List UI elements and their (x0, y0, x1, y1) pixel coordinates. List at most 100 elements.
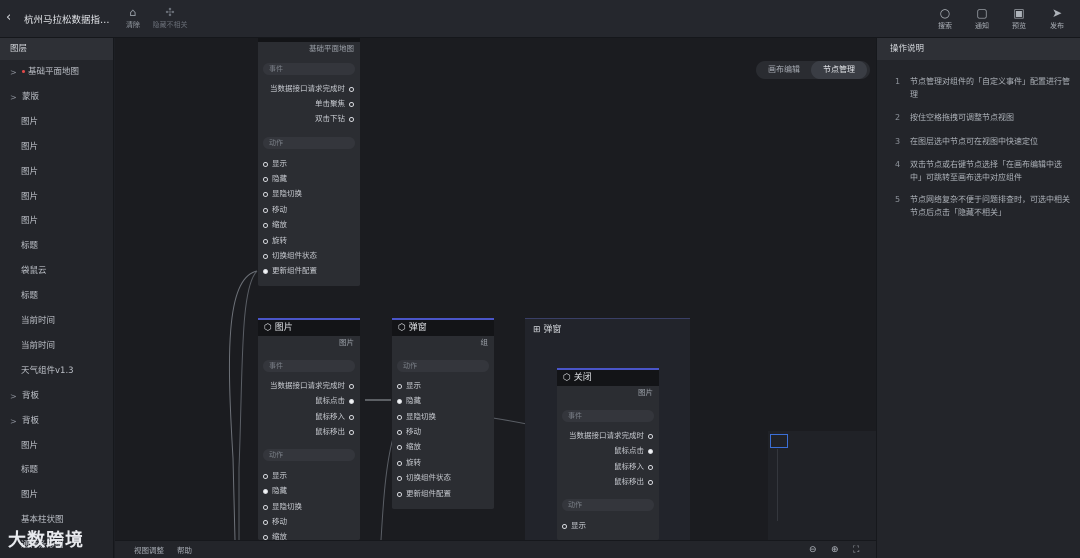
preview-button[interactable]: ▣ 预览 (1004, 6, 1034, 31)
port-icon[interactable] (397, 429, 402, 435)
layer-item[interactable]: 图片 (0, 160, 114, 185)
port-icon[interactable] (648, 464, 653, 470)
event-port[interactable]: 鼠标移入 (315, 409, 354, 424)
event-port[interactable]: 鼠标移入 (614, 459, 653, 474)
layer-item[interactable]: 图片 (0, 209, 114, 234)
port-icon[interactable] (263, 191, 268, 197)
layer-item[interactable]: > 基础平面地图 (0, 60, 114, 85)
tab-canvas-edit[interactable]: 画布编辑 (758, 61, 810, 79)
notify-button[interactable]: ▢ 通知 (967, 6, 997, 31)
node-close[interactable]: ⬡ 关闭 图片 事件 当数据接口请求完成时 鼠标点击 鼠标移入 鼠标移出 动作 … (557, 368, 659, 540)
expand-arrow-icon[interactable]: > (10, 60, 17, 85)
expand-arrow-icon[interactable]: > (10, 409, 17, 434)
node-base-map[interactable]: 基础平面地图 事件 当数据接口请求完成时 单击聚焦 双击下钻 动作 显示 隐藏 … (258, 38, 360, 286)
node-canvas[interactable]: 画布编辑 节点管理 基础平面地图 事件 当数据接口请求完成时 单击聚焦 双击下钻… (115, 38, 876, 540)
action-port[interactable]: 旋转 (263, 233, 287, 248)
port-icon[interactable] (349, 116, 354, 122)
layer-item[interactable]: 天气组件v1.3 (0, 359, 114, 384)
action-port[interactable]: 移动 (263, 514, 287, 529)
action-port[interactable]: 显示 (263, 468, 287, 483)
layer-item[interactable]: 图片 (0, 483, 114, 508)
port-icon[interactable] (349, 101, 354, 107)
action-port[interactable]: 隐藏 (263, 171, 287, 186)
event-port[interactable]: 鼠标点击 (614, 443, 653, 458)
port-icon[interactable] (648, 433, 653, 439)
node-image[interactable]: ⬡ 图片 图片 事件 当数据接口请求完成时 鼠标点击 鼠标移入 鼠标移出 动作 … (258, 318, 360, 540)
action-port[interactable]: 隐藏 (397, 393, 421, 408)
minimap-viewport[interactable] (770, 434, 788, 448)
port-icon[interactable] (263, 253, 268, 259)
node-popup[interactable]: ⬡ 弹窗 组 动作 显示 隐藏 显隐切换 移动 缩放 旋转 切换组件状态 更新组… (392, 318, 494, 509)
tab-node-manage[interactable]: 节点管理 (811, 61, 867, 79)
fit-view-icon[interactable]: ⛶ (853, 545, 859, 555)
port-icon[interactable] (648, 479, 653, 485)
view-adjust-button[interactable]: 视图调整 (134, 545, 164, 556)
port-icon[interactable] (263, 534, 268, 540)
event-port[interactable]: 当数据接口请求完成时 (270, 378, 354, 393)
port-icon[interactable] (263, 488, 268, 494)
action-port[interactable]: 显隐切换 (263, 186, 302, 201)
action-port[interactable]: 显示 (562, 518, 586, 533)
port-icon[interactable] (263, 207, 268, 213)
action-port[interactable]: 切换组件状态 (397, 470, 451, 485)
action-port[interactable]: 缩放 (263, 217, 287, 232)
event-port[interactable]: 双击下钻 (315, 111, 354, 126)
layer-item[interactable]: 图片 (0, 110, 114, 135)
port-icon[interactable] (397, 414, 402, 420)
port-icon[interactable] (349, 414, 354, 420)
port-icon[interactable] (263, 238, 268, 244)
zoom-in-icon[interactable]: ⊕ (831, 545, 839, 555)
port-icon[interactable] (349, 383, 354, 389)
hide-unrelated-button[interactable]: ✣ 隐藏不相关 (150, 6, 190, 30)
action-port[interactable]: 移动 (397, 424, 421, 439)
port-icon[interactable] (397, 383, 402, 389)
action-port[interactable]: 隐藏 (263, 483, 287, 498)
event-port[interactable]: 单击聚焦 (315, 96, 354, 111)
port-icon[interactable] (397, 491, 402, 497)
layer-item[interactable]: 当前时间 (0, 309, 114, 334)
action-port[interactable]: 更新组件配置 (397, 486, 451, 501)
port-icon[interactable] (397, 398, 402, 404)
action-port[interactable]: 切换组件状态 (263, 248, 317, 263)
event-port[interactable]: 鼠标点击 (315, 393, 354, 408)
port-icon[interactable] (349, 86, 354, 92)
zoom-out-icon[interactable]: ⊖ (809, 545, 817, 555)
layer-item[interactable]: > 蒙版 (0, 85, 114, 110)
layer-item[interactable]: > 背板 (0, 384, 114, 409)
port-icon[interactable] (263, 504, 268, 510)
layer-item[interactable]: 图片 (0, 135, 114, 160)
port-icon[interactable] (263, 222, 268, 228)
layer-item[interactable]: 当前时间 (0, 334, 114, 359)
action-port[interactable]: 移动 (263, 202, 287, 217)
port-icon[interactable] (349, 398, 354, 404)
action-port[interactable]: 显隐切换 (397, 409, 436, 424)
event-port[interactable]: 当数据接口请求完成时 (270, 81, 354, 96)
layer-item[interactable]: > 背板 (0, 409, 114, 434)
port-icon[interactable] (263, 268, 268, 274)
port-icon[interactable] (263, 473, 268, 479)
port-icon[interactable] (397, 475, 402, 481)
action-port[interactable]: 显示 (397, 378, 421, 393)
port-icon[interactable] (349, 429, 354, 435)
clear-button[interactable]: ⌂ 清除 (124, 6, 142, 30)
layer-item[interactable]: 图片 (0, 434, 114, 459)
layer-item[interactable]: 标题 (0, 458, 114, 483)
minimap[interactable] (768, 431, 876, 540)
help-button[interactable]: 帮助 (177, 545, 192, 556)
layer-item[interactable]: 标题 (0, 284, 114, 309)
port-icon[interactable] (397, 444, 402, 450)
layer-item[interactable]: 标题 (0, 234, 114, 259)
action-port[interactable]: 更新组件配置 (263, 263, 317, 278)
event-port[interactable]: 鼠标移出 (315, 424, 354, 439)
layer-item[interactable]: 图片 (0, 185, 114, 210)
action-port[interactable]: 旋转 (397, 455, 421, 470)
port-icon[interactable] (562, 523, 567, 529)
port-icon[interactable] (648, 448, 653, 454)
action-port[interactable]: 缩放 (397, 439, 421, 454)
port-icon[interactable] (263, 176, 268, 182)
port-icon[interactable] (263, 161, 268, 167)
layer-item[interactable]: 袋鼠云 (0, 259, 114, 284)
action-port[interactable]: 缩放 (263, 529, 287, 540)
publish-button[interactable]: ➤ 发布 (1042, 6, 1072, 31)
search-button[interactable]: ○ 搜索 (930, 6, 960, 31)
